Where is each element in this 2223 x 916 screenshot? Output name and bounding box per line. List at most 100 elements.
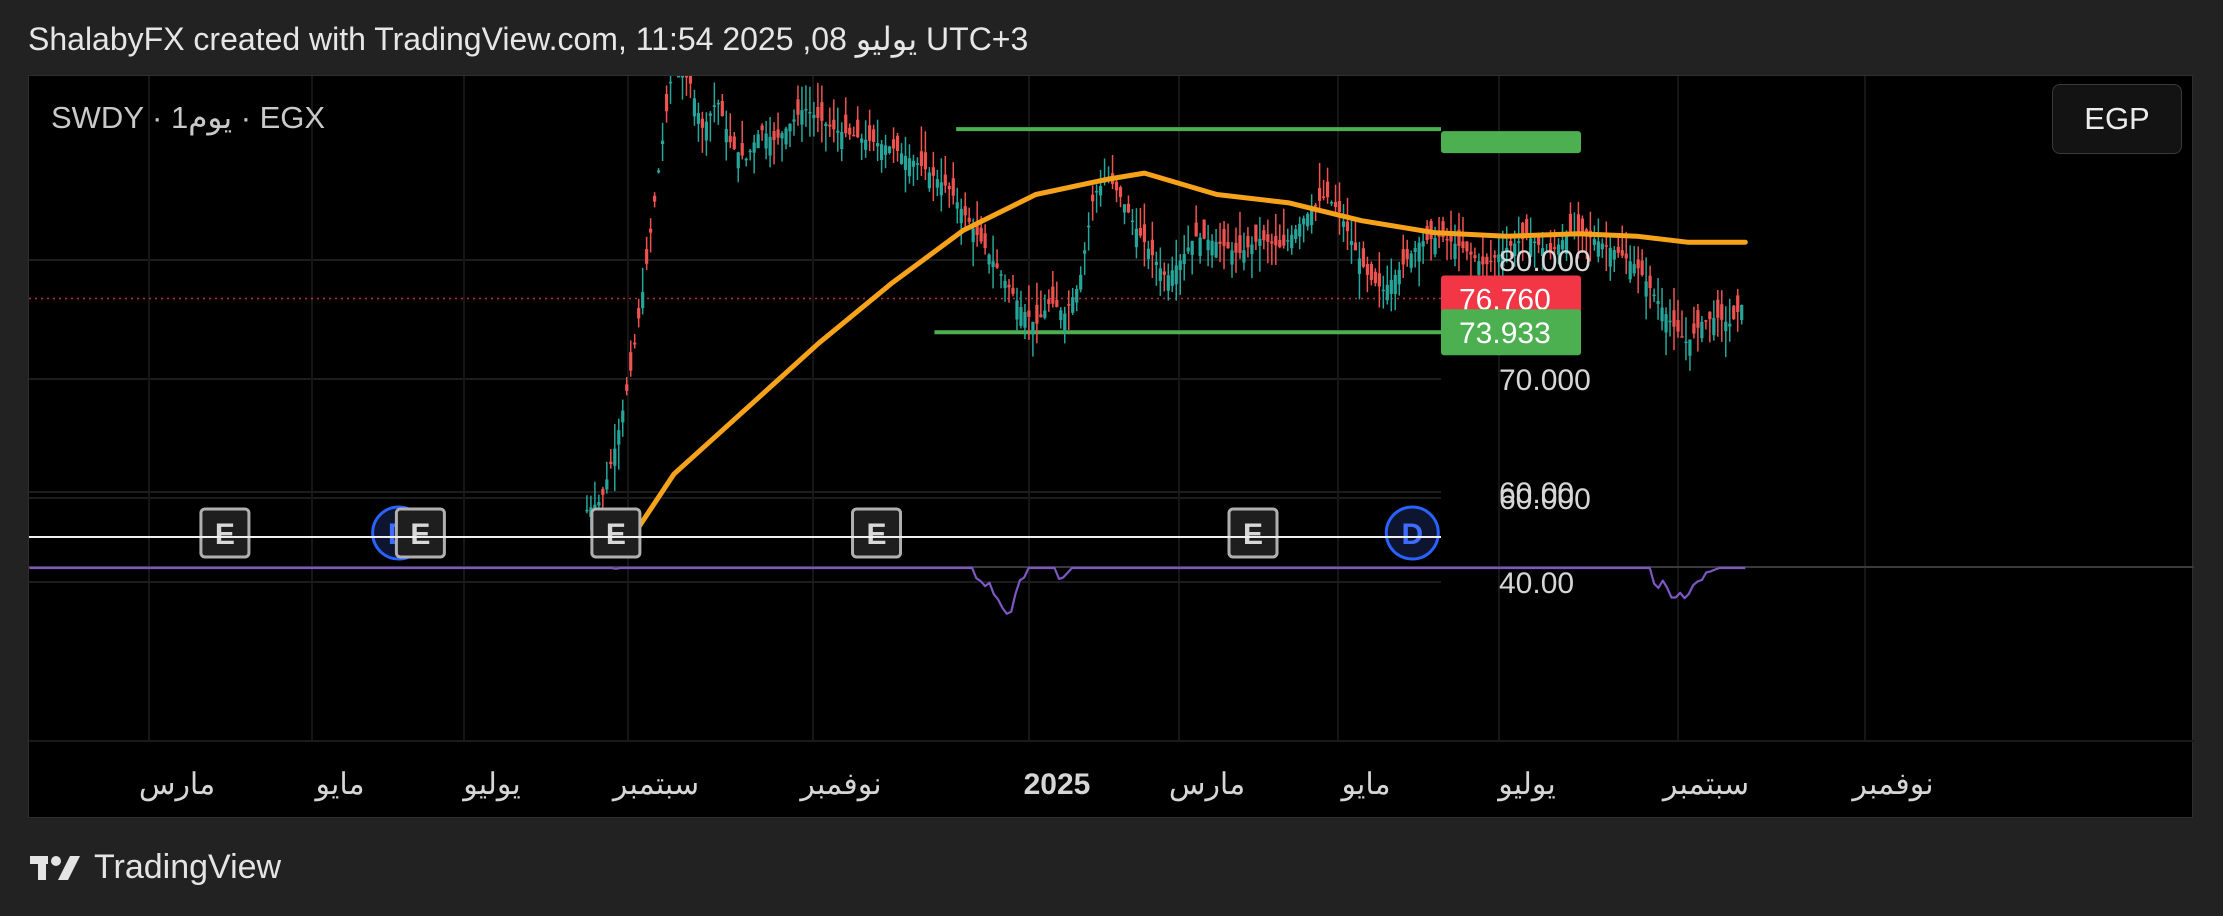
candle-body (868, 125, 872, 141)
candle-body (1039, 314, 1043, 318)
currency-button[interactable]: EGP (2052, 84, 2182, 154)
candle-body (1533, 241, 1537, 244)
candle-body (1250, 244, 1254, 255)
candle-body (939, 182, 943, 196)
candle-body (1067, 304, 1071, 306)
candle-body (1154, 261, 1158, 266)
candle-body (1059, 310, 1063, 320)
earnings-marker-label: E (867, 518, 887, 551)
candle-body (641, 292, 645, 309)
candle-body (724, 129, 728, 143)
candle-body (688, 76, 693, 84)
candle-body (808, 111, 812, 114)
tradingview-brand[interactable]: TradingView (28, 848, 281, 887)
time-axis-month-label: مارس (1169, 768, 1245, 802)
candle-body (883, 145, 888, 155)
candle-body (852, 134, 856, 137)
candle-body (995, 263, 999, 268)
candle-body (891, 139, 896, 149)
candle-body (780, 133, 784, 139)
candle-body (1118, 187, 1123, 197)
candle-body (676, 76, 681, 78)
candle-body (613, 448, 617, 466)
candle-body (1274, 235, 1278, 246)
candle-body (1182, 254, 1186, 264)
candle-body (1114, 181, 1119, 191)
candle-body (919, 151, 924, 166)
time-axis-month-label: سبتمبر (611, 768, 699, 802)
candle-body (1477, 261, 1481, 275)
candle-body (856, 119, 860, 138)
candle-body (832, 119, 836, 130)
candle-body (1696, 310, 1700, 328)
candle-body (1397, 269, 1401, 285)
candle-body (1636, 259, 1640, 269)
candle-body (1473, 255, 1477, 258)
rsi-tick-label: 60.00 (1499, 477, 1574, 510)
candle-body (1409, 253, 1413, 268)
candle-body (1341, 221, 1346, 227)
time-axis-month-label: مايو (1339, 768, 1390, 802)
candle-body (1310, 209, 1314, 226)
candle-body (1206, 239, 1210, 251)
candle-body (1405, 248, 1409, 260)
candle-body (784, 128, 788, 145)
candle-body (1612, 250, 1616, 260)
candle-body (991, 261, 995, 268)
price-chart[interactable]: EDEEEED 80.00070.00060.00076.76073.93360… (29, 76, 2194, 819)
candle-body (1290, 234, 1294, 249)
chart-frame[interactable]: EDEEEED 80.00070.00060.00076.76073.93360… (28, 75, 2194, 819)
candle-body (1684, 341, 1688, 344)
candle-body (1091, 194, 1095, 202)
symbol-legend[interactable]: SWDY · 1يوم · EGX (51, 100, 325, 136)
time-axis-month-label: مارس (139, 768, 215, 802)
candle-body (768, 136, 772, 156)
candle-body (864, 139, 868, 150)
candle-body (1031, 321, 1035, 335)
candle-body (1389, 279, 1393, 294)
candle-body (812, 114, 816, 119)
candle-body (1385, 284, 1389, 301)
candle-body (1576, 214, 1581, 233)
candle-body (1126, 203, 1131, 213)
candle-body (1146, 248, 1150, 260)
candle-body (1377, 273, 1381, 287)
resistance-price-tag (1441, 131, 1581, 154)
candle-body (872, 129, 876, 142)
candle-body (708, 113, 712, 116)
candle-body (979, 227, 983, 242)
candle-body (1616, 246, 1620, 253)
candle-body (772, 131, 776, 141)
candle-body (1357, 258, 1362, 274)
candle-body (1668, 320, 1672, 323)
candle-body (943, 174, 947, 186)
candle-body (601, 488, 605, 495)
candle-body (716, 102, 720, 105)
candle-body (1632, 264, 1636, 274)
candle-body (792, 119, 796, 122)
candle-body (756, 134, 760, 149)
candle-body (1493, 255, 1497, 258)
candle-body (824, 123, 828, 127)
candle-body (955, 202, 959, 209)
candle-body (983, 233, 987, 249)
candle-body (1011, 287, 1015, 294)
candle-body (1079, 274, 1083, 290)
candle-body (887, 146, 892, 153)
candle-body (1656, 301, 1660, 304)
price-tick-label: 80.000 (1499, 245, 1591, 278)
candle-body (1648, 275, 1652, 288)
candle-body (1083, 250, 1087, 254)
candle-body (1258, 238, 1262, 246)
candle-body (931, 167, 935, 176)
rsi-line (29, 566, 1746, 615)
time-axis-month-label: يوليو (1496, 768, 1556, 802)
candle-body (1214, 241, 1218, 258)
dividend-marker-label: D (1401, 518, 1423, 551)
candle-body (1708, 311, 1712, 320)
candle-body (987, 254, 991, 265)
candle-body (704, 121, 708, 141)
candle-body (1445, 238, 1449, 241)
candle-body (1720, 304, 1724, 320)
candle-body (1095, 190, 1099, 193)
